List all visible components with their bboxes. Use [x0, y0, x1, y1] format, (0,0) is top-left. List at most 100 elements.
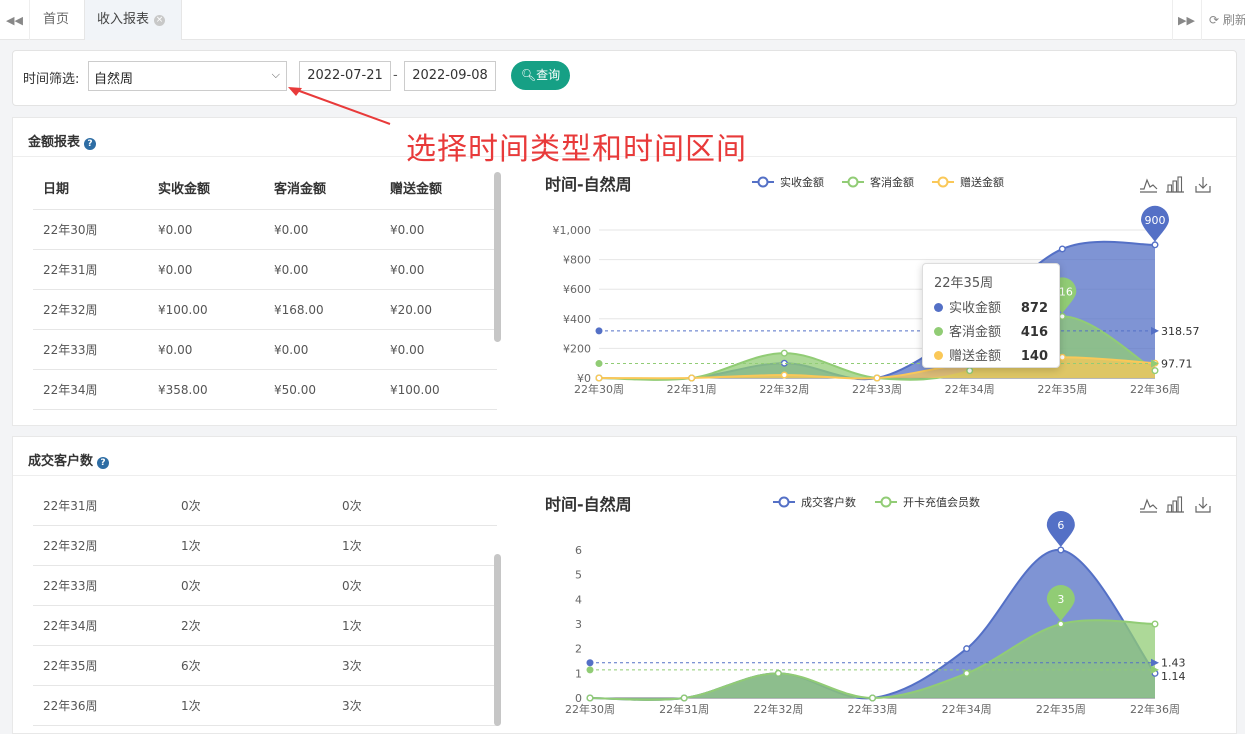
- table-row: 22年36周 1次 3次: [33, 686, 497, 726]
- table-row: 22年32周 1次 1次: [33, 526, 497, 566]
- legend-item[interactable]: 客消金额: [842, 175, 914, 189]
- search-icon: 🔍︎: [520, 68, 537, 82]
- data-point[interactable]: [1058, 245, 1066, 253]
- average-start-dot: [595, 327, 603, 335]
- x-tick-label: 22年36周: [1130, 702, 1180, 716]
- data-point[interactable]: [1057, 620, 1065, 628]
- bar-chart-toggle-icon[interactable]: [1166, 496, 1184, 513]
- line-chart-icon: [1140, 498, 1158, 510]
- table-cell: 0次: [342, 499, 362, 513]
- table-header-row: 日期 实收金额 客消金额 赠送金额: [33, 170, 497, 210]
- chart-tooltip: 22年35周 实收金额 872 客消金额 416 赠送金额 140: [922, 263, 1060, 368]
- marker-label: 900: [1145, 214, 1166, 227]
- table-cell: 22年31周: [43, 499, 98, 513]
- max-value-marker: 900: [1141, 205, 1169, 242]
- tooltip-row: 实收金额 872: [934, 297, 1048, 321]
- chart-plot: 012345622年30周 22年31周 22年32周 22年33周 22年34周 22年…: [565, 511, 1186, 716]
- bar-icon: [1177, 176, 1183, 193]
- tab-home-label: 首页: [43, 12, 70, 27]
- table-cell: ¥0.00: [274, 263, 309, 277]
- refresh-button[interactable]: ⟳ 刷新: [1201, 0, 1245, 40]
- query-button[interactable]: 🔍︎查询: [511, 61, 570, 90]
- table-cell: 2次: [181, 619, 201, 633]
- table-cell: 22年36周: [43, 699, 98, 713]
- data-point[interactable]: [1151, 367, 1159, 375]
- customer-count-header: 成交客户数?: [13, 437, 1236, 476]
- table-cell: ¥0.00: [390, 263, 425, 277]
- time-type-value: 自然周: [94, 72, 134, 87]
- x-tick-label: 22年30周: [574, 382, 624, 396]
- customer-table-scrollbar[interactable]: [494, 554, 501, 726]
- legend-item[interactable]: 赠送金额: [932, 175, 1004, 189]
- data-point[interactable]: [1057, 546, 1065, 554]
- table-cell: 22年34周: [43, 619, 98, 633]
- table-cell: ¥0.00: [274, 223, 309, 237]
- x-tick-label: 22年33周: [848, 702, 898, 716]
- tab-home[interactable]: 首页: [31, 0, 81, 40]
- data-point[interactable]: [1058, 312, 1066, 320]
- help-icon[interactable]: ?: [97, 457, 110, 469]
- customer-table: 22年31周 0次 0次 22年32周 1次 1次 22年33周 0次 0次 22年34周 2次 1次…: [33, 486, 497, 726]
- data-point[interactable]: [774, 669, 782, 677]
- tab-scroll-right-icon[interactable]: ▶▶: [1172, 0, 1200, 40]
- average-start-dot: [586, 659, 594, 667]
- table-cell: 1次: [342, 619, 362, 633]
- legend-item[interactable]: 开卡充值会员数: [875, 495, 980, 509]
- x-tick-label: 22年35周: [1036, 702, 1086, 716]
- tab-scroll-left-icon[interactable]: ◀◀: [0, 0, 30, 40]
- chart-legend: 实收金额 客消金额 赠送金额: [752, 175, 1004, 189]
- legend-circle-icon: [937, 176, 949, 188]
- chart-title: 时间-自然周: [545, 175, 632, 194]
- close-icon[interactable]: ×: [154, 15, 166, 26]
- data-point[interactable]: [1151, 620, 1159, 628]
- data-point[interactable]: [780, 349, 788, 357]
- help-icon[interactable]: ?: [84, 138, 97, 150]
- data-point[interactable]: [780, 371, 788, 379]
- y-tick-label: 6: [575, 544, 582, 557]
- legend-circle-icon: [757, 176, 769, 188]
- time-type-select[interactable]: 自然周 ⌵: [88, 61, 287, 91]
- download-icon[interactable]: [1195, 177, 1211, 193]
- data-point[interactable]: [680, 694, 688, 702]
- y-tick-label: ¥800: [563, 254, 591, 267]
- bar-chart-toggle-icon[interactable]: [1166, 176, 1184, 193]
- y-tick-label: ¥200: [563, 342, 591, 355]
- tooltip-series-name: 实收金额: [949, 301, 1002, 316]
- legend-label: 开卡充值会员数: [903, 495, 980, 509]
- download-icon[interactable]: [1195, 497, 1211, 513]
- average-label: 1.14: [1161, 670, 1186, 683]
- y-tick-label: 3: [575, 618, 582, 631]
- arrow-line: [293, 88, 391, 125]
- legend-item[interactable]: 实收金额: [752, 175, 824, 189]
- table-cell: ¥0.00: [158, 223, 193, 237]
- end-date-input[interactable]: 2022-09-08: [404, 61, 496, 91]
- annotation-arrow: [288, 87, 391, 125]
- data-point[interactable]: [869, 694, 877, 702]
- tab-income-report[interactable]: 收入报表 ×: [84, 0, 182, 40]
- tooltip-series-value: 140: [1020, 349, 1048, 364]
- data-point[interactable]: [963, 645, 971, 653]
- line-chart-toggle-icon[interactable]: [1140, 178, 1158, 193]
- data-point[interactable]: [1058, 353, 1066, 361]
- x-tick-label: 22年30周: [565, 702, 615, 716]
- table-cell: 22年30周: [43, 223, 98, 237]
- tooltip-row: 赠送金额 140: [934, 345, 1048, 369]
- legend-item[interactable]: 成交客户数: [773, 495, 856, 509]
- line-chart-toggle-icon[interactable]: [1140, 498, 1158, 513]
- data-point[interactable]: [688, 374, 696, 382]
- x-tick-label: 22年34周: [942, 702, 992, 716]
- x-tick-label: 22年32周: [753, 702, 803, 716]
- data-point[interactable]: [595, 374, 603, 382]
- legend-circle-icon: [778, 496, 790, 508]
- marker-label: 3: [1057, 593, 1064, 606]
- legend-label: 赠送金额: [960, 175, 1004, 189]
- data-point[interactable]: [963, 669, 971, 677]
- data-point[interactable]: [873, 374, 881, 382]
- table-cell: 6次: [181, 659, 201, 673]
- line-chart-icon: [1140, 178, 1158, 190]
- bar-icon: [1167, 184, 1173, 193]
- data-point[interactable]: [586, 694, 594, 702]
- amount-table-scrollbar[interactable]: [494, 172, 501, 342]
- series-area: [590, 620, 1155, 700]
- data-point[interactable]: [1151, 241, 1159, 249]
